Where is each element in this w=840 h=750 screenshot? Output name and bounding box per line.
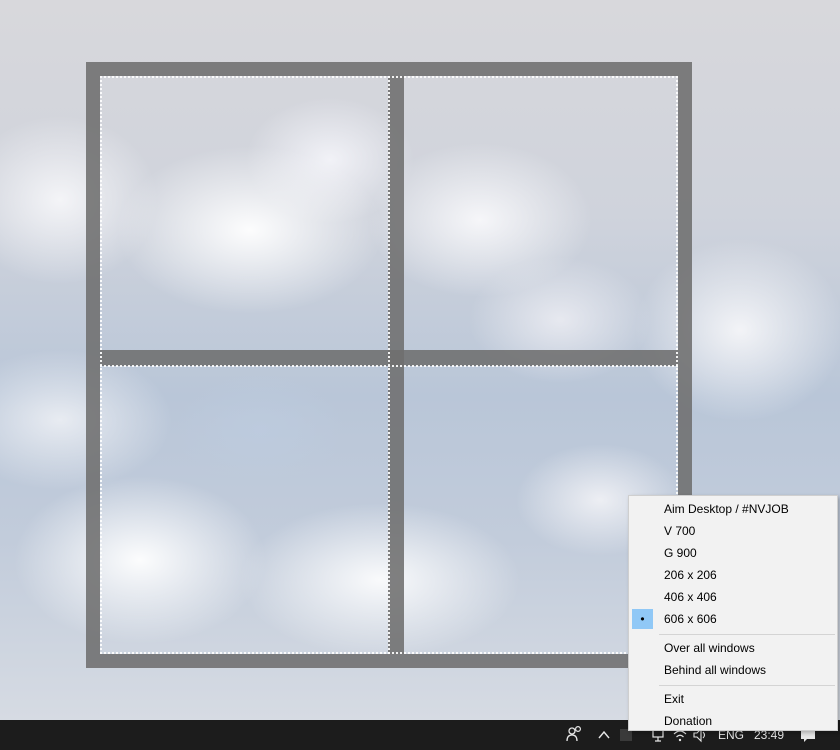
menu-item-label: Exit [664,692,685,706]
menu-item-label: V 700 [664,524,696,538]
people-icon[interactable] [564,720,584,750]
menu-item-donation[interactable]: Donation [631,710,835,732]
menu-item-label: 606 x 606 [664,612,717,626]
context-menu: Aim Desktop / #NVJOB V 700 G 900 206 x 2… [628,495,838,731]
menu-separator [659,685,835,686]
menu-item-behind-all-windows[interactable]: Behind all windows [631,659,835,681]
menu-item-over-all-windows[interactable]: Over all windows [631,637,835,659]
menu-item-label: G 900 [664,546,697,560]
desktop-screen: ENG 23:49 Aim Desktop / #NVJOB V 700 G 9… [0,0,840,750]
menu-item-406x406[interactable]: 406 x 406 [631,586,835,608]
menu-item-exit[interactable]: Exit [631,688,835,710]
menu-item-aim-desktop[interactable]: Aim Desktop / #NVJOB [631,498,835,520]
menu-item-label: Over all windows [664,641,755,655]
menu-item-label: Donation [664,714,713,728]
chevron-up-icon[interactable] [596,720,612,750]
menu-item-label: 206 x 206 [664,568,717,582]
menu-item-606x606[interactable]: • 606 x 606 [631,608,835,630]
menu-item-label: 406 x 406 [664,590,717,604]
menu-item-label: Aim Desktop / #NVJOB [664,502,789,516]
menu-item-v-700[interactable]: V 700 [631,520,835,542]
radio-check-icon: • [632,609,653,629]
menu-item-label: Behind all windows [664,663,767,677]
menu-item-206x206[interactable]: 206 x 206 [631,564,835,586]
aim-grid-overlay[interactable] [86,62,692,668]
grid-dotted-guide-horizontal [100,365,678,367]
menu-item-g-900[interactable]: G 900 [631,542,835,564]
menu-separator [659,634,835,635]
